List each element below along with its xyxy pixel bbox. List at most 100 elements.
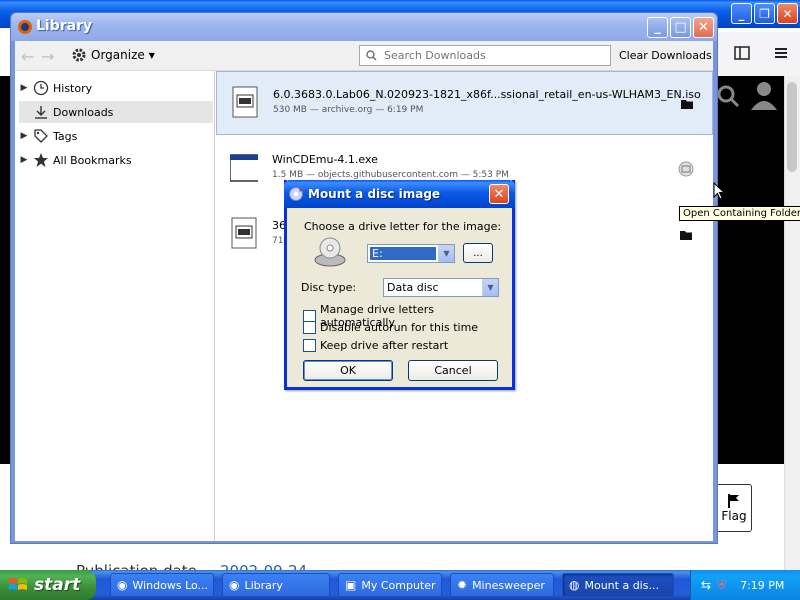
keep-drive-checkbox[interactable]: [303, 339, 316, 352]
taskbar-item-label: Mount a dis...: [584, 578, 659, 592]
sidebar-item-tags[interactable]: ▶ Tags: [19, 125, 213, 147]
taskbar-item-mount-dialog[interactable]: ◍ Mount a dis...: [562, 573, 674, 597]
computer-icon: ▣: [345, 578, 357, 592]
flag-button[interactable]: Flag: [716, 484, 752, 532]
search-icon[interactable]: [716, 84, 740, 108]
background-scrollbar-thumb[interactable]: [787, 82, 797, 172]
disable-autorun-checkbox[interactable]: [303, 321, 316, 334]
disc-type-value: Data disc: [387, 281, 439, 294]
tooltip: Open Containing Folder: [679, 206, 800, 221]
network-icon[interactable]: ⇆: [701, 578, 711, 592]
sidebar-item-label: History: [53, 81, 93, 95]
close-button[interactable]: ✕: [777, 3, 798, 24]
chevron-down-icon: ▼: [148, 50, 155, 60]
application-icon: [230, 154, 258, 182]
taskbar-item-label: Minesweeper: [472, 578, 545, 592]
download-filename: 6.0.3683.0.Lab06_N.020923-1821_x86f...ss…: [273, 88, 701, 101]
mount-dialog-body: Choose a drive letter for the image: E: …: [287, 208, 512, 387]
background-browser-toolbar: [716, 32, 800, 76]
mount-dialog-title: Mount a disc image: [308, 187, 441, 201]
download-metadata: 71: [272, 236, 284, 246]
mount-dialog-close-button[interactable]: ✕: [489, 184, 509, 204]
file-icon: [232, 86, 258, 118]
drive-letter-select[interactable]: E: ▼: [367, 244, 455, 263]
library-titlebar[interactable]: Library _ □ ✕: [11, 13, 717, 41]
ok-button[interactable]: OK: [303, 360, 393, 381]
sidebar-item-label: Tags: [53, 129, 78, 143]
flag-label: Flag: [721, 509, 747, 523]
star-icon: [34, 153, 48, 167]
sidebar-item-history[interactable]: ▶ History: [19, 77, 213, 99]
mouse-cursor-icon: [713, 182, 725, 200]
background-dark-header: [716, 76, 784, 464]
checkbox-label: Disable autorun for this time: [320, 321, 479, 334]
disc-type-label: Disc type:: [301, 281, 357, 294]
restore-button[interactable]: ❐: [754, 3, 775, 24]
mount-disc-image-dialog: Mount a disc image ✕ Choose a drive lett…: [284, 180, 515, 390]
organize-button[interactable]: Organize ▼: [71, 47, 155, 63]
library-close-button[interactable]: ✕: [693, 17, 714, 38]
download-item[interactable]: 6.0.3683.0.Lab06_N.020923-1821_x86f...ss…: [216, 71, 713, 135]
library-maximize-button[interactable]: □: [670, 17, 691, 38]
security-shield-icon[interactable]: ⛨: [717, 578, 726, 593]
sidebar-item-all-bookmarks[interactable]: ▶ All Bookmarks: [19, 149, 213, 171]
clear-downloads-button[interactable]: Clear Downloads: [619, 49, 712, 62]
sidebar-item-label: Downloads: [53, 105, 114, 119]
taskbar-item-label: Windows Lo...: [132, 578, 209, 592]
keep-drive-option[interactable]: Keep drive after restart: [303, 339, 448, 352]
dropdown-arrow-icon[interactable]: ▼: [438, 245, 454, 262]
folder-icon[interactable]: [678, 227, 694, 243]
sidebar-item-downloads[interactable]: Downloads: [19, 101, 213, 123]
disable-autorun-option[interactable]: Disable autorun for this time: [303, 321, 478, 334]
user-avatar-icon[interactable]: [750, 80, 778, 110]
taskbar-item-my-computer[interactable]: ▣ My Computer: [338, 573, 442, 597]
minimize-button[interactable]: _: [731, 3, 752, 24]
drive-letter-label: Choose a drive letter for the image:: [304, 220, 502, 233]
cancel-button[interactable]: Cancel: [408, 360, 498, 381]
mine-icon: ✹: [457, 578, 468, 592]
cd-drive-icon: [314, 237, 346, 267]
flag-icon: [728, 494, 739, 508]
back-arrow-icon[interactable]: ←: [21, 47, 34, 66]
disc-type-select[interactable]: Data disc ▼: [383, 278, 499, 297]
clock[interactable]: 7:19 PM: [740, 579, 784, 592]
taskbar-item-library[interactable]: ◉ Library: [222, 573, 330, 597]
firefox-icon: [18, 20, 32, 34]
download-metadata: 1.5 MB — objects.githubusercontent.com —…: [272, 170, 509, 180]
search-downloads-box[interactable]: [359, 45, 611, 66]
browse-button[interactable]: ...: [463, 243, 493, 263]
expand-arrow-icon[interactable]: ▶: [19, 131, 29, 141]
taskbar-item-minesweeper[interactable]: ✹ Minesweeper: [450, 573, 554, 597]
forward-arrow-icon[interactable]: →: [41, 47, 54, 66]
dropdown-arrow-icon[interactable]: ▼: [482, 279, 498, 296]
sidebar-toggle-icon[interactable]: [734, 46, 750, 60]
checkbox-label: Keep drive after restart: [320, 339, 449, 352]
tag-icon: [34, 129, 48, 143]
expand-arrow-icon[interactable]: ▶: [19, 83, 29, 93]
drive-letter-value: E:: [370, 247, 436, 260]
disc-app-icon: ◍: [569, 578, 580, 592]
library-sidebar: ▶ History Downloads ▶ Tags ▶ All Bookmar…: [15, 71, 215, 541]
menu-icon[interactable]: [774, 46, 788, 60]
gear-icon: [72, 48, 86, 62]
file-icon: [231, 217, 257, 249]
system-tray: ⇆ ⛨ 7:19 PM: [690, 570, 800, 600]
download-filename: WinCDEmu-4.1.exe: [272, 153, 378, 166]
library-title: Library: [36, 18, 93, 34]
retry-icon[interactable]: [678, 161, 694, 177]
taskbar: start ◉ Windows Lo... ◉ Library ▣ My Com…: [0, 570, 800, 600]
sidebar-item-label: All Bookmarks: [53, 153, 132, 167]
mount-dialog-titlebar[interactable]: Mount a disc image ✕: [284, 180, 515, 208]
taskbar-item-windows-login[interactable]: ◉ Windows Lo...: [110, 573, 214, 597]
start-button[interactable]: start: [0, 570, 96, 600]
firefox-icon: ◉: [229, 578, 240, 592]
disc-app-icon: [289, 187, 303, 201]
library-minimize-button[interactable]: _: [647, 17, 668, 38]
library-toolbar: ← → Organize ▼ Clear Downloads: [15, 41, 713, 71]
expand-arrow-icon[interactable]: ▶: [19, 155, 29, 165]
organize-label: Organize: [91, 48, 145, 62]
start-label: start: [34, 575, 81, 595]
folder-icon[interactable]: [679, 96, 695, 112]
firefox-icon: ◉: [117, 578, 128, 592]
search-downloads-input[interactable]: [382, 48, 602, 63]
